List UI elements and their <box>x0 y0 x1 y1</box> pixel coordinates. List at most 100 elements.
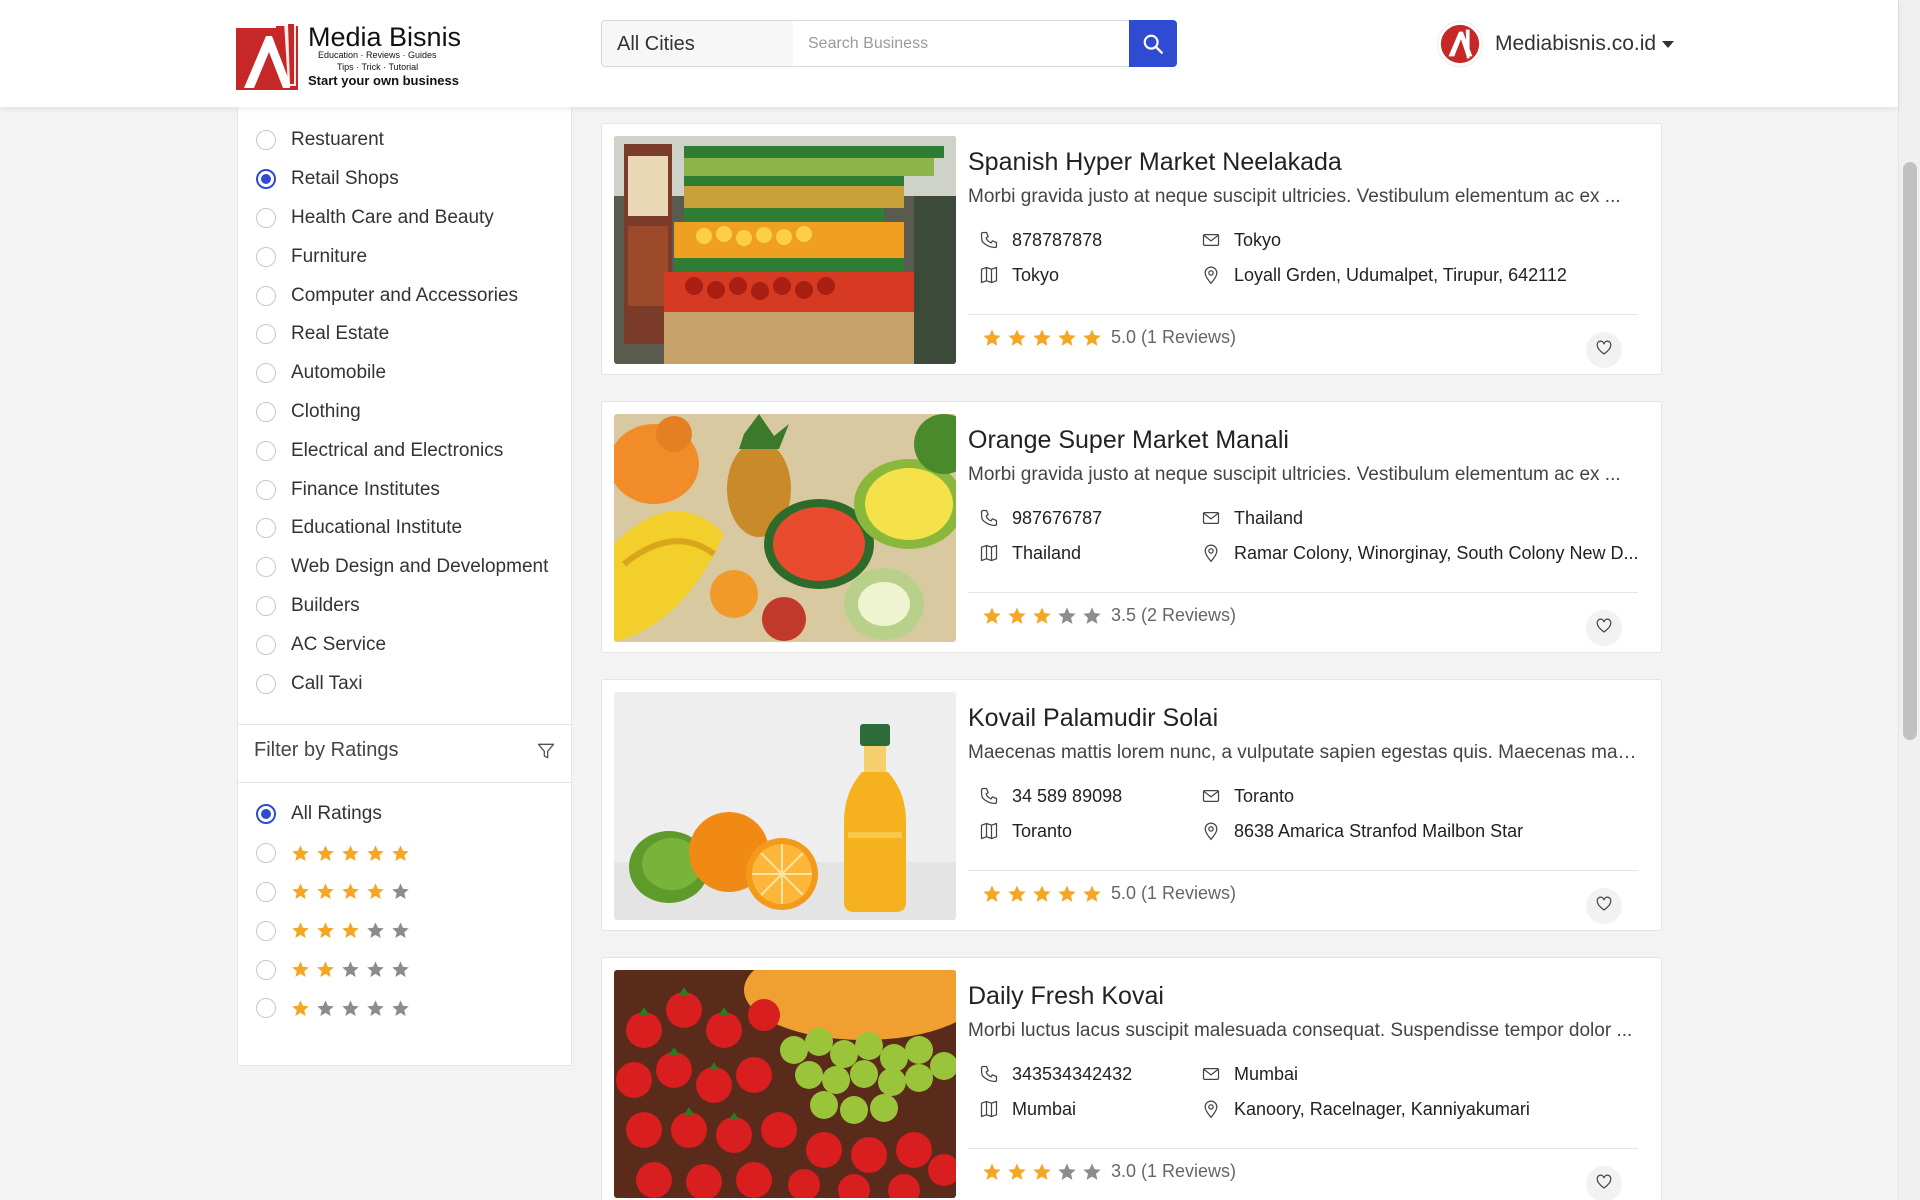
divider <box>968 314 1638 315</box>
category-option[interactable]: Educational Institute <box>256 509 548 548</box>
category-radio[interactable] <box>256 324 276 345</box>
star-icon <box>982 884 1002 904</box>
rating-radio[interactable] <box>256 920 276 941</box>
berries-grapes-image[interactable] <box>614 970 956 1198</box>
category-radio[interactable] <box>256 285 276 306</box>
category-option[interactable]: Finance Institutes <box>256 470 548 509</box>
category-label: Finance Institutes <box>291 478 440 500</box>
category-option[interactable]: Call Taxi <box>256 664 548 703</box>
listing-card[interactable]: Spanish Hyper Market Neelakada Morbi grav… <box>601 123 1662 375</box>
rating-radio[interactable] <box>256 881 276 902</box>
listing-card[interactable]: Orange Super Market Manali Morbi gravida … <box>601 401 1662 653</box>
listing-city-text: Mumbai <box>1012 1098 1077 1119</box>
listing-address-text: Ramar Colony, Winorginay, South Colony N… <box>1234 542 1639 563</box>
category-option[interactable]: Computer and Accessories <box>256 276 548 315</box>
map-icon <box>978 820 1000 842</box>
location-pin-icon <box>1200 542 1222 564</box>
category-radio[interactable] <box>256 595 276 616</box>
category-label: Educational Institute <box>291 517 463 539</box>
rating-option-4[interactable] <box>256 873 416 912</box>
avatar <box>1437 21 1483 67</box>
listing-description: Morbi luctus lacus suscipit malesuada co… <box>968 1020 1633 1041</box>
listing-card[interactable]: Daily Fresh Kovai Morbi luctus lacus susc… <box>601 957 1662 1200</box>
category-option[interactable]: Real Estate <box>256 315 548 354</box>
category-option[interactable]: Restuarent <box>256 121 548 160</box>
category-option[interactable]: Furniture <box>256 237 548 276</box>
scrollbar-thumb[interactable] <box>1903 162 1917 740</box>
favorite-button[interactable] <box>1586 1166 1622 1200</box>
listing-phone: 878787878 <box>978 229 1102 251</box>
category-radio[interactable] <box>256 130 276 151</box>
star-icon <box>341 960 360 979</box>
brand-logo[interactable]: Media Bisnis Education · Reviews · Guide… <box>236 20 466 92</box>
filter-sidebar: Restuarent Retail Shops Health Care and Be… <box>237 107 572 1066</box>
category-option[interactable]: Retail Shops <box>256 160 548 199</box>
account-menu[interactable]: Mediabisnis.co.id <box>1437 20 1675 68</box>
star-icon <box>1032 328 1052 348</box>
star-icon <box>366 960 385 979</box>
category-label: Clothing <box>291 400 361 422</box>
favorite-button[interactable] <box>1586 332 1622 368</box>
tropical-fruits-image[interactable] <box>614 414 956 642</box>
rating-option-2[interactable] <box>256 950 416 989</box>
phone-icon <box>978 229 1000 251</box>
category-option[interactable]: Health Care and Beauty <box>256 199 548 238</box>
category-radio[interactable] <box>256 401 276 422</box>
city-select[interactable]: All Cities <box>601 20 794 67</box>
page-scrollbar[interactable] <box>1898 0 1920 1200</box>
rating-radio[interactable] <box>256 998 276 1019</box>
orange-juice-image[interactable] <box>614 692 956 920</box>
star-icon <box>316 882 335 901</box>
listing-description: Maecenas mattis lorem nunc, a vulputate … <box>968 742 1638 763</box>
category-option[interactable]: Automobile <box>256 354 548 393</box>
category-radio[interactable] <box>256 363 276 384</box>
ratings-filter-list: All Ratings <box>256 795 416 1028</box>
listing-title[interactable]: Kovail Palamudir Solai <box>968 704 1218 733</box>
rating-option-1[interactable] <box>256 989 416 1028</box>
category-radio[interactable] <box>256 518 276 539</box>
star-icon <box>366 999 385 1018</box>
star-icon <box>982 328 1002 348</box>
category-option[interactable]: AC Service <box>256 625 548 664</box>
rating-option-3[interactable] <box>256 911 416 950</box>
rating-option-5[interactable] <box>256 834 416 873</box>
search-button[interactable] <box>1129 20 1177 67</box>
category-option[interactable]: Electrical and Electronics <box>256 431 548 470</box>
category-radio[interactable] <box>256 479 276 500</box>
search-input[interactable] <box>793 20 1130 67</box>
listing-title[interactable]: Spanish Hyper Market Neelakada <box>968 148 1342 177</box>
listing-address: Loyall Grden, Udumalpet, Tirupur, 642112 <box>1200 264 1567 286</box>
rating-radio[interactable] <box>256 843 276 864</box>
category-option[interactable]: Clothing <box>256 393 548 432</box>
phone-icon <box>978 785 1000 807</box>
rating-radio[interactable] <box>256 804 276 825</box>
favorite-button[interactable] <box>1586 888 1622 924</box>
listing-title[interactable]: Daily Fresh Kovai <box>968 982 1164 1011</box>
category-label: AC Service <box>291 633 387 655</box>
rating-text: 5.0 (1 Reviews) <box>1111 327 1237 347</box>
category-radio[interactable] <box>256 207 276 228</box>
category-radio[interactable] <box>256 246 276 267</box>
map-icon <box>978 1098 1000 1120</box>
listing-card[interactable]: Kovail Palamudir Solai Maecenas mattis lo… <box>601 679 1662 931</box>
category-label: Computer and Accessories <box>291 284 519 306</box>
category-option[interactable]: Web Design and Development <box>256 548 548 587</box>
star-icon <box>1007 606 1027 626</box>
category-radio[interactable] <box>256 634 276 655</box>
filter-icon[interactable] <box>536 741 556 761</box>
rating-radio[interactable] <box>256 959 276 980</box>
market-produce-image[interactable] <box>614 136 956 364</box>
listing-city: Mumbai <box>978 1098 1076 1120</box>
category-radio[interactable] <box>256 440 276 461</box>
star-icon <box>341 844 360 863</box>
category-radio[interactable] <box>256 557 276 578</box>
category-radio[interactable] <box>256 169 276 190</box>
rating-option-all[interactable]: All Ratings <box>256 795 416 834</box>
favorite-button[interactable] <box>1586 610 1622 646</box>
category-radio[interactable] <box>256 673 276 694</box>
star-icon <box>1032 606 1052 626</box>
listing-title[interactable]: Orange Super Market Manali <box>968 426 1289 455</box>
category-option[interactable]: Builders <box>256 587 548 626</box>
listing-description: Morbi gravida justo at neque suscipit ul… <box>968 464 1621 485</box>
listing-description: Morbi gravida justo at neque suscipit ul… <box>968 186 1621 207</box>
